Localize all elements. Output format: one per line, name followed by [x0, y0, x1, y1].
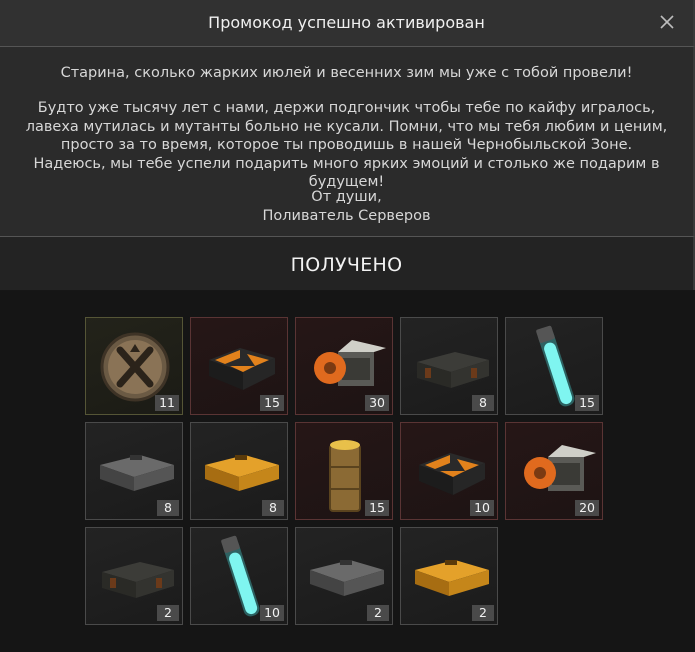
close-icon[interactable] [655, 10, 679, 34]
promo-dialog: Промокод успешно активирован Старина, ск… [0, 0, 695, 652]
reward-slot[interactable]: 30 [295, 317, 393, 415]
received-label: ПОЛУЧЕНО [290, 254, 403, 276]
reward-slot[interactable]: 20 [505, 422, 603, 520]
reward-slot[interactable]: 2 [400, 527, 498, 625]
reward-count: 8 [472, 395, 494, 411]
reward-slot[interactable]: 15 [295, 422, 393, 520]
reward-count: 2 [472, 605, 494, 621]
reward-count: 30 [365, 395, 389, 411]
signature-line-2: Поливатель Серверов [262, 207, 431, 224]
reward-count: 15 [575, 395, 599, 411]
reward-slot[interactable]: 10 [400, 422, 498, 520]
reward-count: 10 [260, 605, 284, 621]
reward-slot[interactable]: 8 [400, 317, 498, 415]
reward-slot[interactable]: 8 [85, 422, 183, 520]
message-body: Будто уже тысячу лет с нами, держи подго… [25, 100, 668, 190]
reward-count: 11 [155, 395, 179, 411]
reward-count: 8 [157, 500, 179, 516]
reward-count: 10 [470, 500, 494, 516]
reward-slot[interactable]: 2 [85, 527, 183, 625]
reward-count: 15 [260, 395, 284, 411]
reward-slot[interactable]: 15 [190, 317, 288, 415]
reward-slot[interactable]: 8 [190, 422, 288, 520]
message-greeting: Старина, сколько жарких июлей и весенних… [60, 65, 633, 81]
reward-slot[interactable]: 11 [85, 317, 183, 415]
dialog-title: Промокод успешно активирован [208, 13, 485, 32]
reward-slot[interactable]: 2 [295, 527, 393, 625]
received-bar: ПОЛУЧЕНО [0, 237, 695, 290]
reward-count: 8 [262, 500, 284, 516]
signature-line-1: От души, [311, 189, 382, 205]
reward-count: 15 [365, 500, 389, 516]
reward-slot[interactable]: 15 [505, 317, 603, 415]
dialog-header: Промокод успешно активирован [0, 0, 695, 47]
reward-count: 2 [367, 605, 389, 621]
reward-slot[interactable]: 10 [190, 527, 288, 625]
message-signature: От души, Поливатель Серверов [30, 188, 663, 225]
reward-count: 2 [157, 605, 179, 621]
reward-count: 20 [575, 500, 599, 516]
rewards-grid: 11 15 30 8 15 8 8 15 10 20 2 10 2 2 [0, 291, 693, 652]
promo-message: Старина, сколько жарких июлей и весенних… [0, 47, 695, 237]
